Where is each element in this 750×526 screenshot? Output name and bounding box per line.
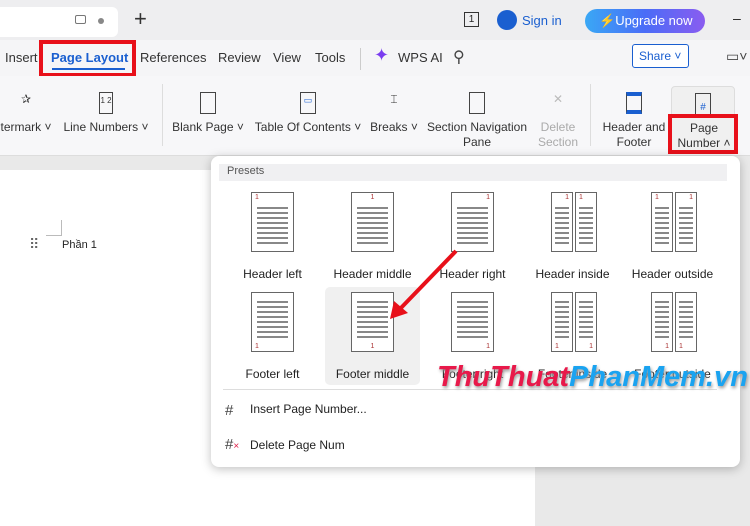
title-bar: + 1 Sign in ⚡Upgrade now – bbox=[0, 0, 750, 40]
lightning-icon: ⚡ bbox=[599, 13, 616, 28]
page-count-icon[interactable]: 1 bbox=[464, 12, 479, 27]
section-navigation-pane-button[interactable]: Section Navigation Pane bbox=[424, 92, 530, 150]
header-and-footer-button[interactable]: Header and Footer bbox=[600, 92, 668, 150]
delete-section-button[interactable]: ✕ Delete Section bbox=[534, 92, 582, 150]
watermark-logo: ThuThuatPhanMem.vn bbox=[437, 361, 748, 393]
section-label: Phần 1 bbox=[62, 239, 97, 251]
page-thumbnail-icon: 1 bbox=[651, 192, 673, 252]
wps-ai-icon: ✦ bbox=[374, 45, 390, 65]
tab-references[interactable]: References bbox=[140, 50, 206, 65]
preset-label: Header left bbox=[243, 267, 302, 281]
header-footer-icon bbox=[626, 92, 642, 114]
blank-page-button[interactable]: Blank Page ˅ bbox=[172, 92, 244, 135]
wps-ai-button[interactable]: WPS AI bbox=[398, 50, 443, 65]
page-thumbnail-icon: 1 bbox=[551, 192, 573, 252]
delete-page-num-item[interactable]: #× Delete Page Num bbox=[211, 432, 740, 462]
page-thumbnail-icon: 1 bbox=[351, 192, 394, 252]
section-navigation-icon bbox=[469, 92, 485, 114]
drag-handle-icon[interactable]: ⠿ bbox=[29, 236, 39, 253]
page-thumbnail-icon: 1 bbox=[651, 292, 673, 352]
page-thumbnail-icon: 1 bbox=[251, 292, 294, 352]
tab-review[interactable]: Review bbox=[218, 50, 261, 65]
delete-section-icon: ✕ bbox=[552, 92, 564, 106]
share-button[interactable]: Share ˅ bbox=[632, 44, 689, 68]
tab-insert[interactable]: Insert bbox=[5, 50, 38, 65]
margin-corner-mark bbox=[46, 220, 62, 236]
page-thumbnail-icon: 1 bbox=[575, 192, 597, 252]
preset-header-inside[interactable]: 1 1 Header inside bbox=[525, 187, 620, 285]
preset-label: Footer middle bbox=[335, 367, 410, 381]
preset-label: Footer left bbox=[245, 367, 300, 381]
user-avatar-icon[interactable] bbox=[497, 10, 517, 30]
divider bbox=[360, 48, 361, 70]
insert-page-number-item[interactable]: # Insert Page Number... bbox=[211, 396, 740, 426]
preset-label: Header outside bbox=[631, 267, 714, 281]
document-tab[interactable] bbox=[0, 7, 118, 37]
divider bbox=[162, 84, 163, 146]
divider bbox=[590, 84, 591, 146]
upgrade-now-button[interactable]: ⚡Upgrade now bbox=[585, 9, 705, 33]
preset-footer-left[interactable]: 1 Footer left bbox=[225, 287, 320, 385]
comment-icon[interactable]: ▭˅ bbox=[726, 48, 747, 65]
preset-label: Header inside bbox=[535, 267, 610, 281]
line-numbers-button[interactable]: 1 2 Line Numbers ˅ bbox=[62, 92, 150, 135]
sign-in-link[interactable]: Sign in bbox=[522, 13, 562, 28]
page-number-icon: # bbox=[695, 93, 711, 115]
page-thumbnail-icon: 1 bbox=[575, 292, 597, 352]
watermark-icon: ✰ bbox=[20, 92, 32, 106]
menu-tabs: Insert Page Layout References Review Vie… bbox=[0, 40, 750, 77]
new-tab-button[interactable]: + bbox=[134, 6, 147, 32]
page-number-dropdown: Presets 1 Header left 1 Header middle 1 Heade… bbox=[211, 156, 748, 467]
line-numbers-icon: 1 2 bbox=[99, 92, 113, 114]
toc-icon: ▭ bbox=[300, 92, 316, 114]
page-thumbnail-icon: 1 bbox=[451, 192, 494, 252]
page-thumbnail-icon: 1 bbox=[551, 292, 573, 352]
page-thumbnail-icon: 1 bbox=[675, 192, 697, 252]
search-icon[interactable]: ⚲ bbox=[453, 47, 465, 67]
highlight-box bbox=[39, 40, 136, 77]
delete-page-number-icon: #× bbox=[225, 436, 240, 453]
watermark-button[interactable]: ✰ termark ˅ bbox=[0, 92, 52, 135]
preset-header-outside[interactable]: 1 1 Header outside bbox=[625, 187, 720, 285]
red-arrow-annotation bbox=[390, 249, 458, 319]
page-thumbnail-icon: 1 bbox=[675, 292, 697, 352]
unsaved-dot-icon bbox=[98, 18, 104, 24]
preset-header-left[interactable]: 1 Header left bbox=[225, 187, 320, 285]
minimize-button[interactable]: – bbox=[733, 10, 741, 26]
insert-page-number-icon: # bbox=[225, 402, 234, 419]
tab-view[interactable]: View bbox=[273, 50, 301, 65]
monitor-icon bbox=[75, 15, 86, 24]
presets-header: Presets bbox=[219, 164, 727, 181]
tab-tools[interactable]: Tools bbox=[315, 50, 345, 65]
breaks-button[interactable]: ⌶ Breaks ˅ bbox=[368, 92, 420, 135]
table-of-contents-button[interactable]: ▭ Table Of Contents ˅ bbox=[254, 92, 362, 135]
page-thumbnail-icon: 1 bbox=[251, 192, 294, 252]
highlight-box bbox=[668, 114, 738, 154]
breaks-icon: ⌶ bbox=[390, 92, 398, 106]
ribbon: ✰ termark ˅ 1 2 Line Numbers ˅ Blank Page … bbox=[0, 76, 750, 156]
blank-page-icon bbox=[200, 92, 216, 114]
